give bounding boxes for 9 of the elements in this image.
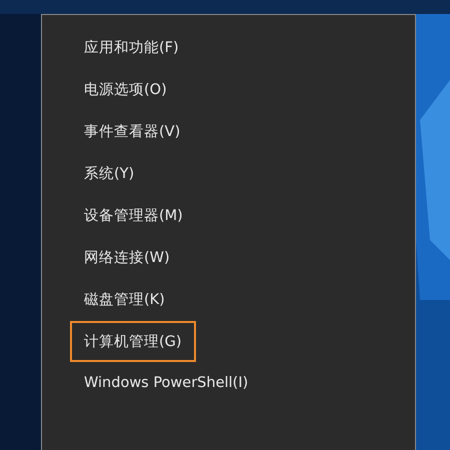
menu-item[interactable]: 系统(Y) xyxy=(70,152,148,194)
menu-item[interactable]: Windows PowerShell(I) xyxy=(70,362,262,404)
menu-item[interactable]: 电源选项(O) xyxy=(70,68,181,110)
menu-item[interactable]: 事件查看器(V) xyxy=(70,110,194,152)
menu-item[interactable]: 设备管理器(M) xyxy=(70,194,197,236)
menu-item[interactable]: 网络连接(W) xyxy=(70,236,184,278)
menu-item[interactable]: 计算机管理(G) xyxy=(70,320,196,362)
menu-item[interactable]: 磁盘管理(K) xyxy=(70,278,179,320)
menu-item[interactable]: 应用和功能(F) xyxy=(70,26,193,68)
